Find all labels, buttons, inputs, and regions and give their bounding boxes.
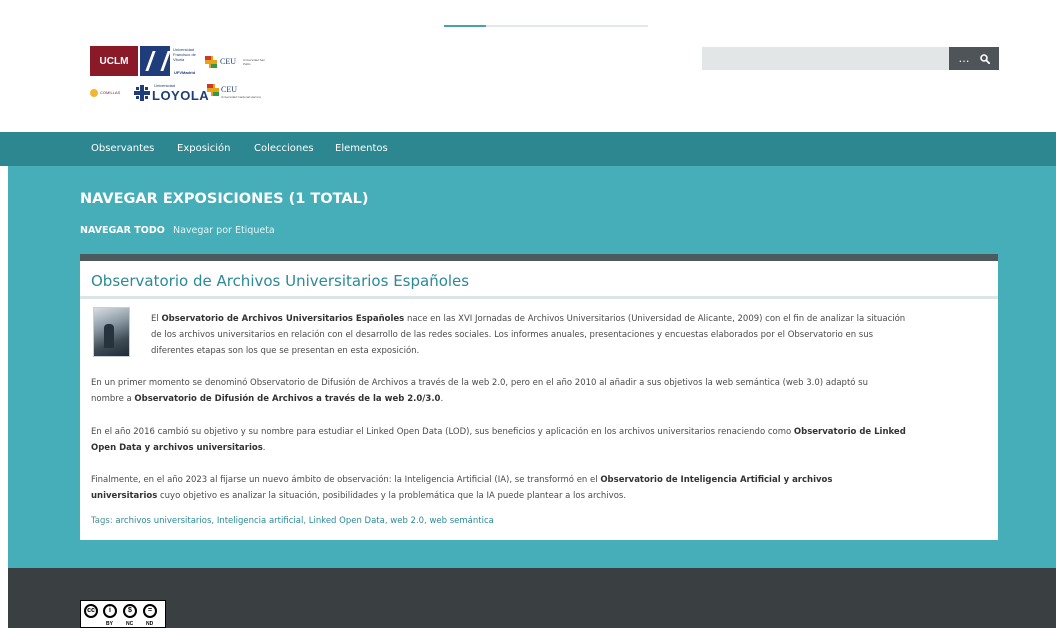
search-button[interactable]: … bbox=[949, 47, 999, 70]
p1-text: de los archivos universitarios en relaci… bbox=[151, 330, 874, 340]
p1-text: nace en las XVI Jornadas de Archivos Uni… bbox=[404, 314, 906, 324]
p2-bold: Observatorio de Difusión de Archivos a t… bbox=[134, 394, 441, 404]
p4-bold: universitarios bbox=[91, 491, 158, 501]
exhibit-description-p1: El Observatorio de Archivos Universitari… bbox=[151, 311, 991, 359]
tags-label: Tags: bbox=[91, 516, 116, 526]
ceu-san-pablo-logo[interactable]: CEU Universidad San Pablo bbox=[205, 54, 275, 70]
logos-group[interactable]: UCLM Universidad Francisco de Vitoria UF… bbox=[90, 46, 290, 108]
nav-item-exposicion[interactable]: Exposición bbox=[177, 143, 230, 154]
loyola-logo[interactable]: Universidad LOYOLA bbox=[134, 83, 210, 104]
nav-item-elementos[interactable]: Elementos bbox=[335, 143, 388, 154]
exhibit-description-p3: En el año 2016 cambió su objetivo y su n… bbox=[91, 424, 996, 456]
attribution-icon: i bbox=[103, 604, 117, 618]
license-label: ND bbox=[146, 621, 154, 627]
cc-icon: cc bbox=[84, 604, 98, 618]
p1-bold: Observatorio de Archivos Universitarios … bbox=[161, 314, 405, 324]
tag-link[interactable]: web 2.0 bbox=[390, 516, 424, 526]
subnav-browse-by-tag[interactable]: Navegar por Etiqueta bbox=[173, 225, 275, 236]
main-nav: Observantes Exposición Colecciones Eleme… bbox=[0, 132, 1056, 166]
uclm-logo[interactable]: UCLM bbox=[90, 46, 138, 76]
comillas-logo-text: COMILLAS bbox=[100, 90, 121, 95]
exhibit-description-p4: Finalmente, en el año 2023 al fijarse un… bbox=[91, 472, 996, 504]
ceu-cross-icon bbox=[205, 56, 217, 68]
p3-bold: Observatorio de Linked bbox=[793, 427, 906, 437]
nav-item-colecciones[interactable]: Colecciones bbox=[254, 143, 314, 154]
tag-link[interactable]: web semántica bbox=[429, 516, 493, 526]
p2-text: En un primer momento se denominó Observa… bbox=[91, 378, 869, 388]
ceu-logo-subtext: Universidad San Pablo bbox=[243, 58, 266, 66]
ufv-madrid-text: UFVMadrid bbox=[174, 70, 196, 75]
header-progress-line bbox=[444, 25, 648, 27]
exhibit-title-link[interactable]: Observatorio de Archivos Universitarios … bbox=[91, 272, 469, 290]
ceu-logo-text: CEU bbox=[220, 57, 236, 66]
p4-bold: Observatorio de Inteligencia Artificial … bbox=[600, 475, 833, 485]
ceu-cross-icon bbox=[207, 84, 219, 96]
ceu-logo-subtext: Universidad Cardenal Herrera bbox=[221, 95, 261, 99]
page-title: NAVEGAR EXPOSICIONES (1 TOTAL) bbox=[80, 191, 369, 207]
p2-text: . bbox=[440, 394, 444, 404]
card-divider bbox=[80, 296, 998, 299]
p4-text: cuyo objetivo es analizar la situación, … bbox=[157, 491, 627, 501]
site-header: UCLM Universidad Francisco de Vitoria UF… bbox=[0, 0, 1056, 132]
p1-text: diferentes etapas son los que se present… bbox=[151, 346, 420, 356]
card-top-bar bbox=[80, 254, 998, 261]
exhibit-card: Observatorio de Archivos Universitarios … bbox=[80, 254, 998, 540]
noderivatives-icon: = bbox=[143, 604, 157, 618]
loyola-logo-text: LOYOLA bbox=[152, 88, 210, 103]
uclm-logo-text: UCLM bbox=[99, 55, 129, 67]
exhibit-description-p2: En un primer momento se denominó Observa… bbox=[91, 375, 991, 407]
p1-text: El bbox=[151, 314, 162, 324]
subnav-browse-all[interactable]: NAVEGAR TODO bbox=[80, 225, 165, 236]
p2-text: nombre a bbox=[91, 394, 135, 404]
ceu-cardenal-herrera-logo[interactable]: CEU Universidad Cardenal Herrera bbox=[207, 84, 267, 104]
ceu-logo-text: CEU bbox=[221, 85, 237, 94]
noncommercial-icon: $ bbox=[123, 604, 137, 618]
tag-link[interactable]: Linked Open Data bbox=[309, 516, 385, 526]
license-label: NC bbox=[126, 621, 134, 627]
p3-text: En el año 2016 cambió su objetivo y su n… bbox=[91, 427, 794, 437]
exhibit-tags: Tags: archivos universitarios, Inteligen… bbox=[91, 516, 494, 526]
license-label: BY bbox=[106, 621, 113, 627]
advanced-search-toggle[interactable]: … bbox=[959, 52, 970, 65]
search-icon bbox=[979, 53, 990, 64]
search-input[interactable] bbox=[702, 47, 949, 70]
ufv-logo[interactable]: Universidad Francisco de Vitoria UFVMadr… bbox=[140, 46, 203, 76]
ufv-mark-icon bbox=[140, 46, 170, 76]
cc-license-badge[interactable]: cc i $ = BY NC ND bbox=[80, 600, 166, 628]
comillas-logo[interactable]: COMILLAS bbox=[90, 86, 132, 100]
p3-text: . bbox=[262, 443, 266, 453]
tag-link[interactable]: archivos universitarios bbox=[115, 516, 211, 526]
loyola-cross-icon bbox=[134, 85, 150, 101]
p4-text: Finalmente, en el año 2023 al fijarse un… bbox=[91, 475, 601, 485]
nav-item-observantes[interactable]: Observantes bbox=[91, 143, 154, 154]
exhibit-thumbnail[interactable] bbox=[93, 307, 130, 357]
tag-link[interactable]: Inteligencia artificial bbox=[217, 516, 304, 526]
ufv-logo-text: Universidad Francisco de Vitoria bbox=[173, 47, 196, 62]
p3-bold: Open Data y archivos universitarios bbox=[91, 443, 263, 453]
sun-icon bbox=[90, 88, 98, 97]
